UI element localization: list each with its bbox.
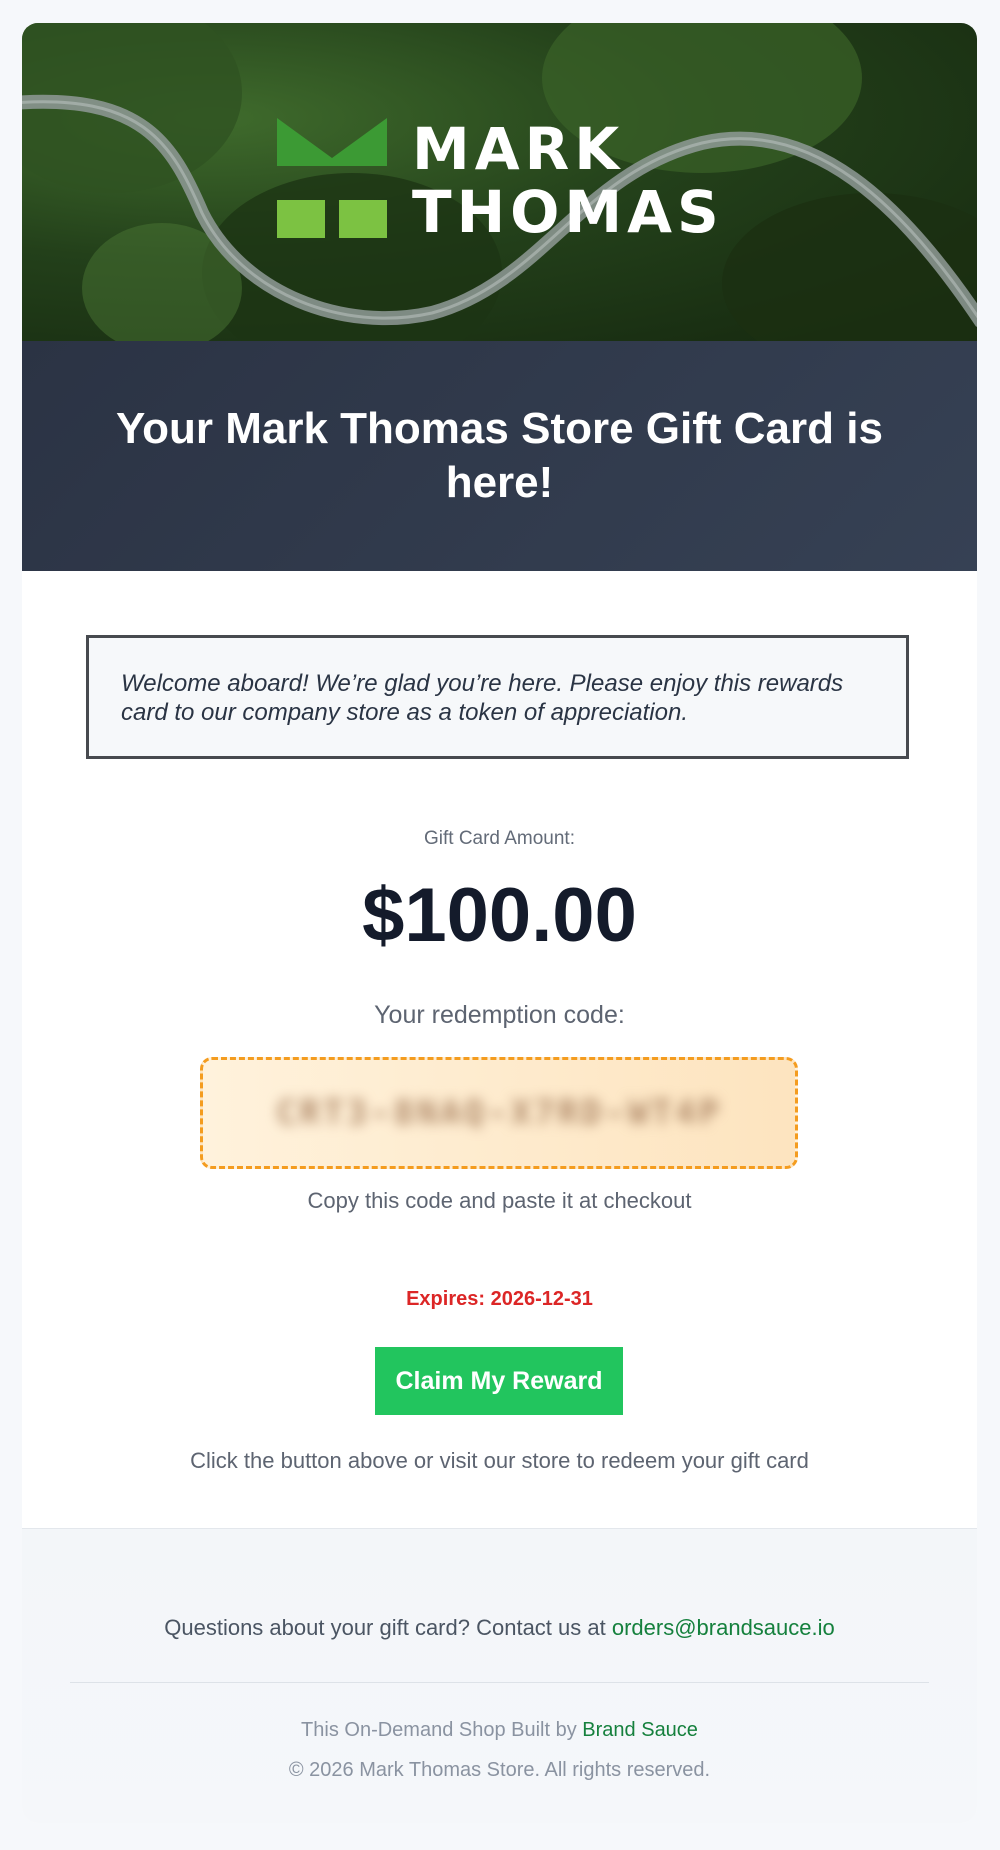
footer-built-by: This On-Demand Shop Built by Brand Sauce [22,1719,977,1742]
logo-wordmark: MARK THOMAS [412,118,724,244]
redemption-code[interactable]: CRT3-8NAQ-X7RD-WT4P [276,1093,722,1133]
footer-divider [70,1682,929,1683]
redemption-code-box[interactable]: CRT3-8NAQ-X7RD-WT4P [200,1057,798,1169]
contact-email-link[interactable]: orders@brandsauce.io [612,1615,835,1640]
footer-contact-text: Questions about your gift card? Contact … [164,1615,612,1640]
footer: Questions about your gift card? Contact … [22,1528,977,1823]
brand-logo: MARK THOMAS [277,118,737,268]
redemption-code-label: Your redemption code: [374,1001,625,1029]
claim-hint: Click the button above or visit our stor… [190,1448,809,1473]
logo-line-1: MARK [412,115,625,183]
brand-sauce-link[interactable]: Brand Sauce [582,1719,698,1741]
gift-card-amount-label: Gift Card Amount: [423,828,575,849]
logo-line-2: THOMAS [412,178,724,246]
copyright: © 2026 Mark Thomas Store. All rights res… [288,1759,711,1781]
gift-card-amount: $100.00 [362,873,637,958]
expiry-date: Expires: 2026-12-31 [406,1288,593,1310]
hero-banner: MARK THOMAS [22,23,977,341]
built-by-text: This On-Demand Shop Built by [301,1719,583,1741]
welcome-message: Welcome aboard! We’re glad you’re here. … [86,635,909,759]
logo-mark-icon [277,118,387,238]
claim-reward-button[interactable]: Claim My Reward [375,1347,623,1415]
footer-contact-line: Questions about your gift card? Contact … [22,1615,977,1641]
page-title: Your Mark Thomas Store Gift Card is here… [116,404,883,507]
email-card: MARK THOMAS Your Mark Thomas Store Gift … [22,23,977,1823]
title-band: Your Mark Thomas Store Gift Card is here… [22,341,977,571]
copy-code-hint: Copy this code and paste it at checkout [307,1188,692,1213]
